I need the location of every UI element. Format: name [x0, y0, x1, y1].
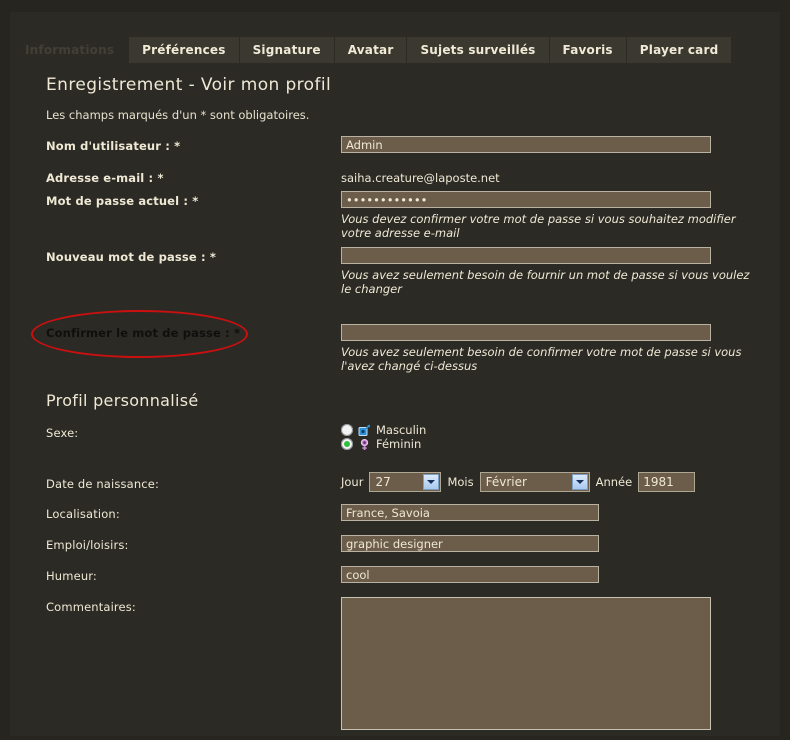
mood-input[interactable] — [341, 566, 599, 583]
label-gender: Sexe: — [46, 426, 79, 440]
hint-current-password: Vous devez confirmer votre mot de passe … — [341, 212, 736, 240]
radio-masculin[interactable] — [341, 424, 353, 436]
page-title: Enregistrement - Voir mon profil — [46, 75, 332, 95]
profile-tab-bar: Informations Préférences Signature Avata… — [10, 37, 732, 63]
tab-label: Informations — [25, 43, 115, 57]
comments-textarea[interactable] — [341, 597, 711, 730]
label-new-password: Nouveau mot de passe : * — [46, 250, 217, 264]
label-current-password: Mot de passe actuel : * — [46, 194, 199, 208]
label-comments: Commentaires: — [46, 600, 136, 614]
label-year: Année — [595, 475, 633, 489]
label-mood: Humeur: — [46, 569, 97, 583]
confirm-password-input[interactable] — [341, 324, 711, 341]
chevron-down-icon[interactable] — [423, 474, 440, 490]
tab-avatar[interactable]: Avatar — [334, 37, 408, 63]
label-location: Localisation: — [46, 507, 120, 521]
current-password-input[interactable] — [341, 191, 711, 208]
tab-label: Player card — [639, 43, 719, 57]
label-day: Jour — [341, 475, 364, 489]
tab-signature[interactable]: Signature — [239, 37, 335, 63]
male-symbol-icon — [358, 424, 371, 436]
female-symbol-icon — [360, 438, 369, 450]
username-input[interactable] — [341, 136, 711, 153]
tab-label: Favoris — [562, 43, 613, 57]
gender-label-feminin: Féminin — [376, 437, 422, 451]
label-confirm-password: Confirmer le mot de passe : * — [46, 326, 241, 340]
tab-label: Préférences — [142, 43, 226, 57]
tab-sujets-surveilles[interactable]: Sujets surveillés — [407, 37, 550, 63]
tab-player-card[interactable]: Player card — [626, 37, 732, 63]
tab-label: Avatar — [347, 43, 394, 57]
gender-option-masculin[interactable]: Masculin — [341, 423, 426, 437]
label-month: Mois — [447, 475, 474, 489]
profile-section-title: Profil personnalisé — [46, 391, 199, 410]
chevron-down-icon[interactable] — [571, 474, 588, 490]
tab-label: Signature — [252, 43, 321, 57]
tab-favoris[interactable]: Favoris — [549, 37, 627, 63]
tab-preferences[interactable]: Préférences — [129, 37, 240, 63]
hint-confirm-password: Vous avez seulement besoin de confirmer … — [341, 345, 742, 373]
hint-new-password: Vous avez seulement besoin de fournir un… — [341, 268, 750, 296]
label-email: Adresse e-mail : * — [46, 171, 164, 185]
month-select[interactable]: Février — [479, 472, 590, 492]
occupation-input[interactable] — [341, 535, 599, 552]
birthdate-controls: Jour 27 Mois Février Année — [341, 472, 696, 492]
day-select[interactable]: 27 — [369, 472, 442, 492]
gender-option-feminin[interactable]: Féminin — [341, 437, 421, 451]
radio-feminin[interactable] — [341, 438, 353, 450]
location-input[interactable] — [341, 504, 599, 521]
email-value: saiha.creature@laposte.net — [341, 171, 500, 185]
page-root: Informations Préférences Signature Avata… — [0, 0, 790, 740]
gender-label-masculin: Masculin — [376, 423, 427, 437]
new-password-input[interactable] — [341, 247, 711, 264]
label-birthdate: Date de naissance: — [46, 477, 159, 491]
label-username: Nom d'utilisateur : * — [46, 139, 181, 153]
tab-informations[interactable]: Informations — [10, 37, 130, 63]
required-fields-note: Les champs marqués d'un * sont obligatoi… — [46, 108, 310, 122]
year-input[interactable] — [638, 472, 696, 492]
tab-label: Sujets surveillés — [420, 43, 536, 57]
month-select-value: Février — [485, 475, 527, 489]
label-occupation: Emploi/loisirs: — [46, 538, 129, 552]
day-select-value: 27 — [375, 475, 391, 489]
